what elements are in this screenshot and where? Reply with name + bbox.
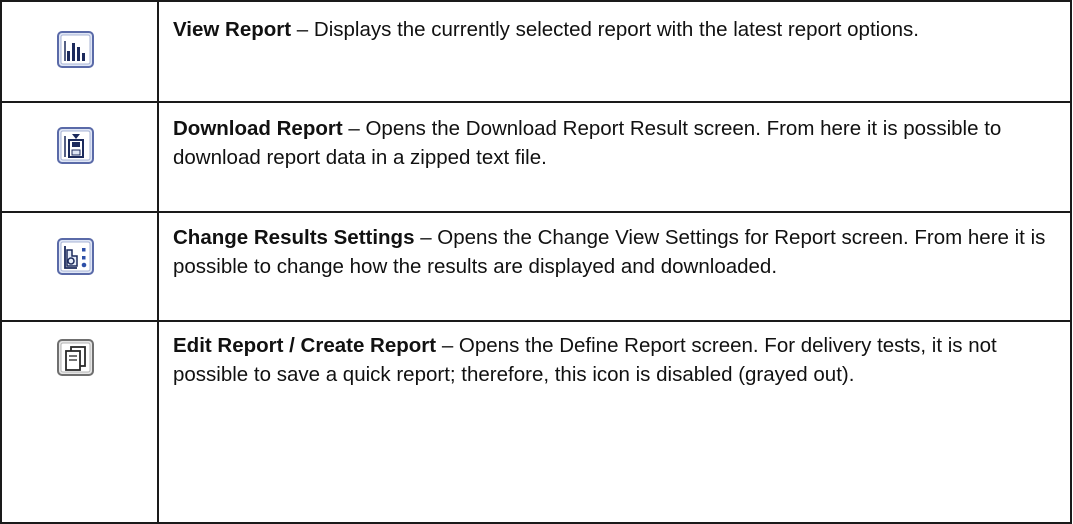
- row-description: Download Report – Opens the Download Rep…: [159, 103, 1070, 172]
- title-dash: –: [436, 334, 459, 357]
- title-dash: –: [414, 226, 438, 249]
- description-cell: View Report – Displays the currently sel…: [157, 0, 1072, 103]
- row-title: Edit Report / Create Report: [173, 334, 437, 357]
- table-row: Change Results Settings – Opens the Chan…: [0, 211, 1072, 322]
- row-description: View Report – Displays the currently sel…: [159, 2, 1070, 44]
- row-title: Download Report: [173, 117, 343, 140]
- row-description: Change Results Settings – Opens the Chan…: [159, 213, 1070, 281]
- row-title: View Report: [173, 18, 292, 41]
- copy-pages-icon: [57, 339, 94, 376]
- icon-cell: [0, 101, 159, 213]
- description-cell: Edit Report / Create Report – Opens the …: [157, 320, 1072, 524]
- title-dash: –: [291, 18, 314, 41]
- description-cell: Change Results Settings – Opens the Chan…: [157, 211, 1072, 322]
- table-row: Edit Report / Create Report – Opens the …: [0, 320, 1072, 524]
- download-disk-icon[interactable]: [57, 127, 94, 164]
- icon-cell: [0, 0, 159, 103]
- toolbar-icon-reference-table: View Report – Displays the currently sel…: [0, 0, 1072, 524]
- row-text: Displays the currently selected report w…: [313, 18, 919, 41]
- row-title: Change Results Settings: [173, 226, 415, 249]
- bar-chart-icon[interactable]: [57, 31, 94, 68]
- icon-cell: [0, 320, 159, 524]
- table-row: View Report – Displays the currently sel…: [0, 0, 1072, 103]
- title-dash: –: [342, 117, 366, 140]
- table-row: Download Report – Opens the Download Rep…: [0, 101, 1072, 213]
- icon-cell: [0, 211, 159, 322]
- settings-shapes-icon[interactable]: [57, 238, 94, 275]
- row-description: Edit Report / Create Report – Opens the …: [159, 322, 1070, 389]
- description-cell: Download Report – Opens the Download Rep…: [157, 101, 1072, 213]
